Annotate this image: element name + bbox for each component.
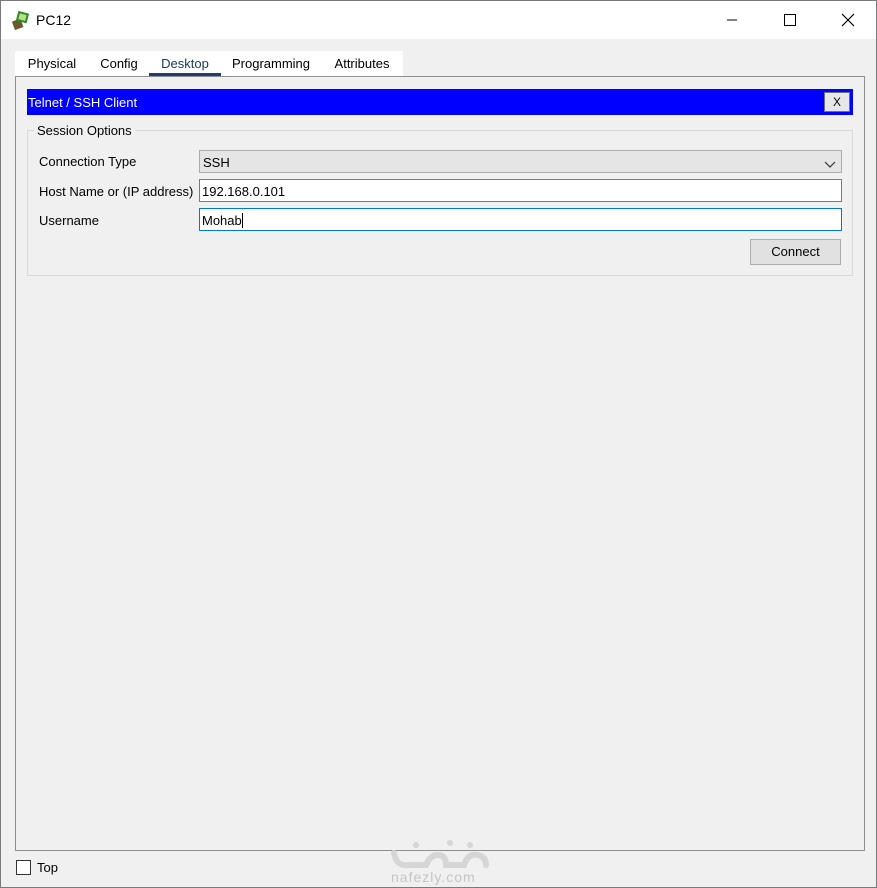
maximize-icon [784,14,796,26]
host-name-input[interactable]: 192.168.0.101 [199,179,842,202]
close-icon [841,13,855,27]
session-options-legend: Session Options [34,123,135,138]
connection-type-value: SSH [203,155,230,170]
minimize-icon [727,19,737,21]
tab-physical[interactable]: Physical [15,51,89,76]
title-bar[interactable]: PC12 [1,1,876,39]
tab-config[interactable]: Config [89,51,149,76]
tab-attributes[interactable]: Attributes [321,51,403,76]
panel-title: Telnet / SSH Client [28,95,138,110]
host-name-label: Host Name or (IP address) [39,184,194,199]
pc12-window: PC12 Physical Config Desktop Programming… [0,0,877,888]
username-label: Username [39,213,99,228]
chevron-down-icon [824,157,836,172]
minimize-button[interactable] [703,1,761,39]
window-title: PC12 [36,12,72,28]
connection-type-label: Connection Type [39,154,137,169]
close-button[interactable] [819,1,877,39]
watermark-text: nafezly.com [391,869,476,885]
panel-close-button[interactable]: X [824,92,850,112]
username-input[interactable]: Mohab [199,208,842,231]
telnet-ssh-header: Telnet / SSH Client X [27,89,853,115]
username-value-wrap: Mohab [202,213,243,228]
maximize-button[interactable] [761,1,819,39]
tab-programming[interactable]: Programming [221,51,321,76]
connect-button[interactable]: Connect [750,239,841,265]
username-value: Mohab [202,213,242,228]
top-checkbox[interactable] [16,860,31,875]
text-caret [241,213,243,228]
connection-type-select[interactable]: SSH [199,150,842,173]
top-label: Top [37,860,58,875]
host-name-value: 192.168.0.101 [202,184,286,199]
packet-tracer-pc-icon [11,10,31,31]
